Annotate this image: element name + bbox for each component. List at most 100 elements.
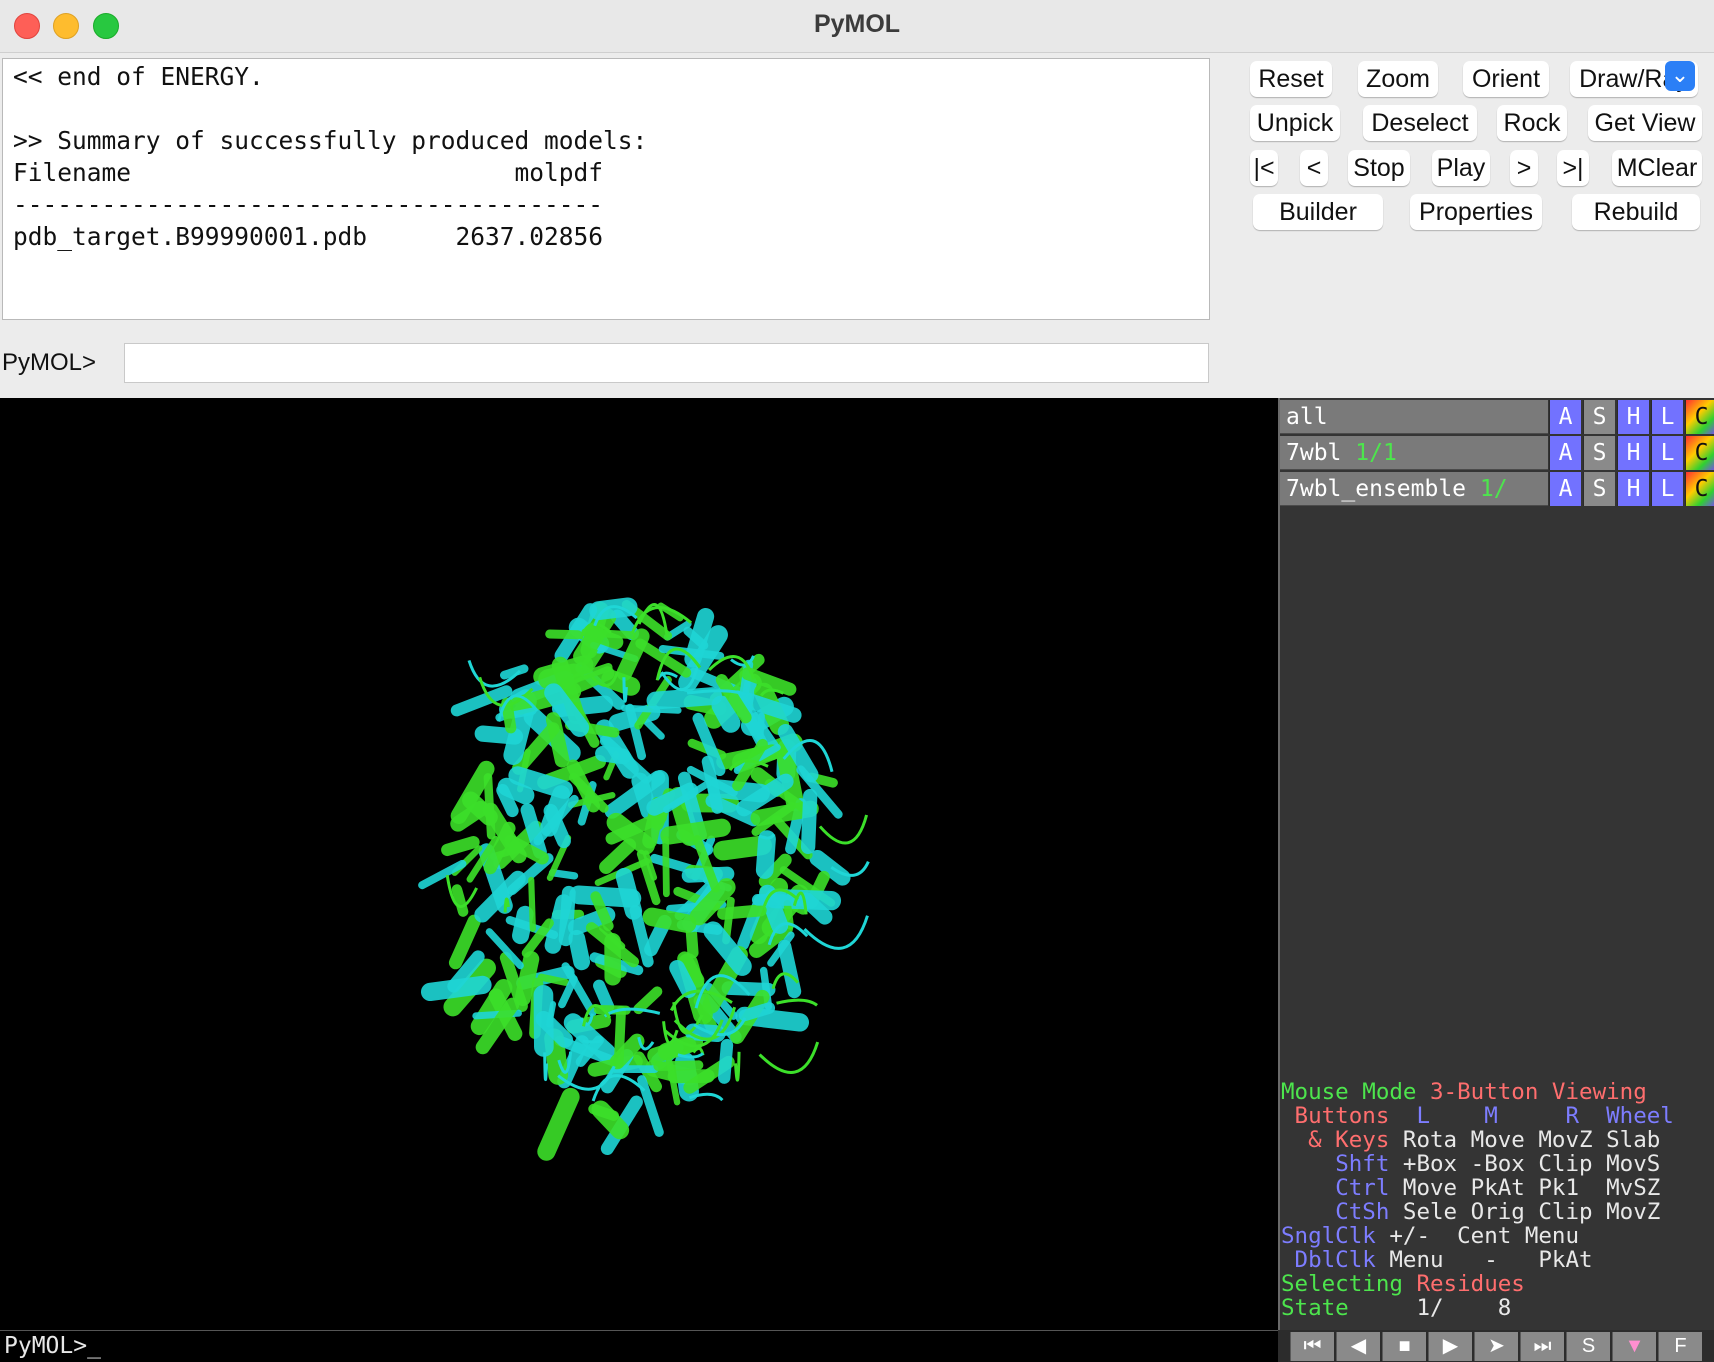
next-frame-button[interactable]: > <box>1510 150 1538 186</box>
deselect-button[interactable]: Deselect <box>1363 105 1477 141</box>
scene-button[interactable]: S <box>1566 1332 1610 1361</box>
fullscreen-button[interactable]: F <box>1658 1332 1702 1361</box>
keys-label: & Keys <box>1308 1127 1390 1153</box>
molecular-viewport[interactable] <box>0 398 1278 1330</box>
command-prompt-label: PyMOL> <box>2 349 97 376</box>
viewer-command-line[interactable]: PyMOL>_ <box>0 1330 1278 1362</box>
cell: Clip <box>1538 1199 1593 1225</box>
console-line: >> Summary of successfully produced mode… <box>13 126 648 155</box>
get-view-button[interactable]: Get View <box>1588 105 1702 141</box>
hide-button[interactable]: H <box>1617 436 1649 470</box>
buttons-label: Buttons <box>1294 1103 1390 1129</box>
cell: MovZ <box>1538 1127 1593 1153</box>
console-output[interactable]: << end of ENERGY. >> Summary of successf… <box>2 58 1210 320</box>
cell: Pk1 <box>1538 1175 1580 1201</box>
stop-button[interactable]: Stop <box>1348 150 1410 186</box>
cell: Orig <box>1470 1199 1525 1225</box>
reset-button[interactable]: Reset <box>1250 61 1332 97</box>
window-title: PyMOL <box>813 10 901 38</box>
object-state: 1/1 <box>1355 440 1397 466</box>
selecting-label: Selecting <box>1281 1271 1403 1297</box>
shift-label: Shft <box>1335 1151 1390 1177</box>
cell: +/- <box>1389 1223 1431 1249</box>
first-frame-button[interactable]: |< <box>1250 150 1278 186</box>
color-button[interactable]: C <box>1685 436 1714 470</box>
show-button[interactable]: S <box>1583 400 1615 434</box>
protein-cartoon <box>418 597 870 1161</box>
state-value: 1/ <box>1416 1295 1444 1321</box>
column-m: M <box>1484 1103 1498 1129</box>
double-click-label: DblClk <box>1294 1247 1376 1273</box>
ctrl-label: Ctrl <box>1335 1175 1390 1201</box>
movie-player-controls: ⏮ ◀ ■ ▶ ➤ ⏭ S ▼ F <box>1278 1330 1714 1362</box>
console-line: pdb_target.B99990001.pdb 2637.02856 <box>13 222 604 251</box>
chevron-down-icon[interactable]: ▼ <box>1612 1332 1656 1361</box>
cell: MovS <box>1606 1151 1661 1177</box>
stop-icon[interactable]: ■ <box>1382 1332 1426 1361</box>
skip-end-icon[interactable]: ⏭ <box>1520 1332 1564 1361</box>
orient-button[interactable]: Orient <box>1463 61 1549 97</box>
hide-button[interactable]: H <box>1617 472 1649 506</box>
action-button[interactable]: A <box>1549 472 1581 506</box>
object-name[interactable]: all <box>1280 400 1548 434</box>
rock-button[interactable]: Rock <box>1497 105 1567 141</box>
zoom-button[interactable]: Zoom <box>1358 61 1438 97</box>
object-label: 7wbl_ensemble <box>1286 476 1467 502</box>
label-button[interactable]: L <box>1651 436 1683 470</box>
console-line: ---------------------------------------- <box>13 190 604 219</box>
builder-button[interactable]: Builder <box>1253 194 1383 230</box>
cell: PkAt <box>1470 1175 1525 1201</box>
cell: Menu <box>1524 1223 1580 1249</box>
object-name[interactable]: 7wbl_ensemble 1/ <box>1280 472 1548 506</box>
object-row-7wbl-ensemble[interactable]: 7wbl_ensemble 1/ A S H L C <box>1280 472 1714 506</box>
selecting-value[interactable]: Residues <box>1416 1271 1524 1297</box>
hide-button[interactable]: H <box>1617 400 1649 434</box>
command-input[interactable] <box>124 343 1209 383</box>
label-button[interactable]: L <box>1651 472 1683 506</box>
previous-frame-button[interactable]: < <box>1300 150 1328 186</box>
object-row-7wbl[interactable]: 7wbl 1/1 A S H L C <box>1280 436 1714 470</box>
step-forward-icon[interactable]: ➤ <box>1474 1332 1518 1361</box>
ctrl-shift-label: CtSh <box>1335 1199 1390 1225</box>
cell: Move <box>1470 1127 1525 1153</box>
action-button[interactable]: A <box>1549 400 1581 434</box>
color-button[interactable]: C <box>1685 472 1714 506</box>
column-r: R <box>1565 1103 1580 1129</box>
console-line: Filename molpdf <box>13 158 604 187</box>
show-button[interactable]: S <box>1583 472 1615 506</box>
label-button[interactable]: L <box>1651 400 1683 434</box>
cell: MvSZ <box>1606 1175 1661 1201</box>
title-bar: PyMOL <box>0 0 1714 53</box>
console-line: << end of ENERGY. <box>13 62 264 91</box>
cell: +Box <box>1402 1151 1458 1177</box>
skip-start-icon[interactable]: ⏮ <box>1290 1332 1334 1361</box>
cell: PkAt <box>1538 1247 1593 1273</box>
cell: Clip <box>1538 1151 1593 1177</box>
mouse-mode-value[interactable]: 3-Button Viewing <box>1430 1079 1647 1105</box>
object-label: all <box>1286 404 1328 430</box>
play-icon[interactable]: ▶ <box>1428 1332 1472 1361</box>
step-back-icon[interactable]: ◀ <box>1336 1332 1380 1361</box>
last-frame-button[interactable]: >| <box>1557 150 1589 186</box>
color-button[interactable]: C <box>1685 400 1714 434</box>
cell: - <box>1484 1247 1498 1273</box>
unpick-button[interactable]: Unpick <box>1250 105 1340 141</box>
mclear-button[interactable]: MClear <box>1612 150 1702 186</box>
play-button[interactable]: Play <box>1432 150 1490 186</box>
rebuild-button[interactable]: Rebuild <box>1572 194 1700 230</box>
cell: Cent <box>1457 1223 1512 1249</box>
chevron-down-icon[interactable]: ⌄ <box>1665 61 1695 91</box>
object-name[interactable]: 7wbl 1/1 <box>1280 436 1548 470</box>
object-row-all[interactable]: all A S H L C <box>1280 400 1714 434</box>
action-button[interactable]: A <box>1549 436 1581 470</box>
mouse-mode-panel[interactable]: Mouse Mode 3-Button Viewing Buttons L M … <box>1281 1080 1674 1320</box>
cell: Sele <box>1402 1199 1458 1225</box>
column-l: L <box>1416 1103 1431 1129</box>
column-wheel: Wheel <box>1606 1103 1674 1129</box>
single-click-label: SnglClk <box>1281 1223 1376 1249</box>
show-button[interactable]: S <box>1583 436 1615 470</box>
cell: MovZ <box>1606 1199 1661 1225</box>
properties-button[interactable]: Properties <box>1410 194 1542 230</box>
mouse-mode-label: Mouse Mode <box>1281 1079 1417 1105</box>
